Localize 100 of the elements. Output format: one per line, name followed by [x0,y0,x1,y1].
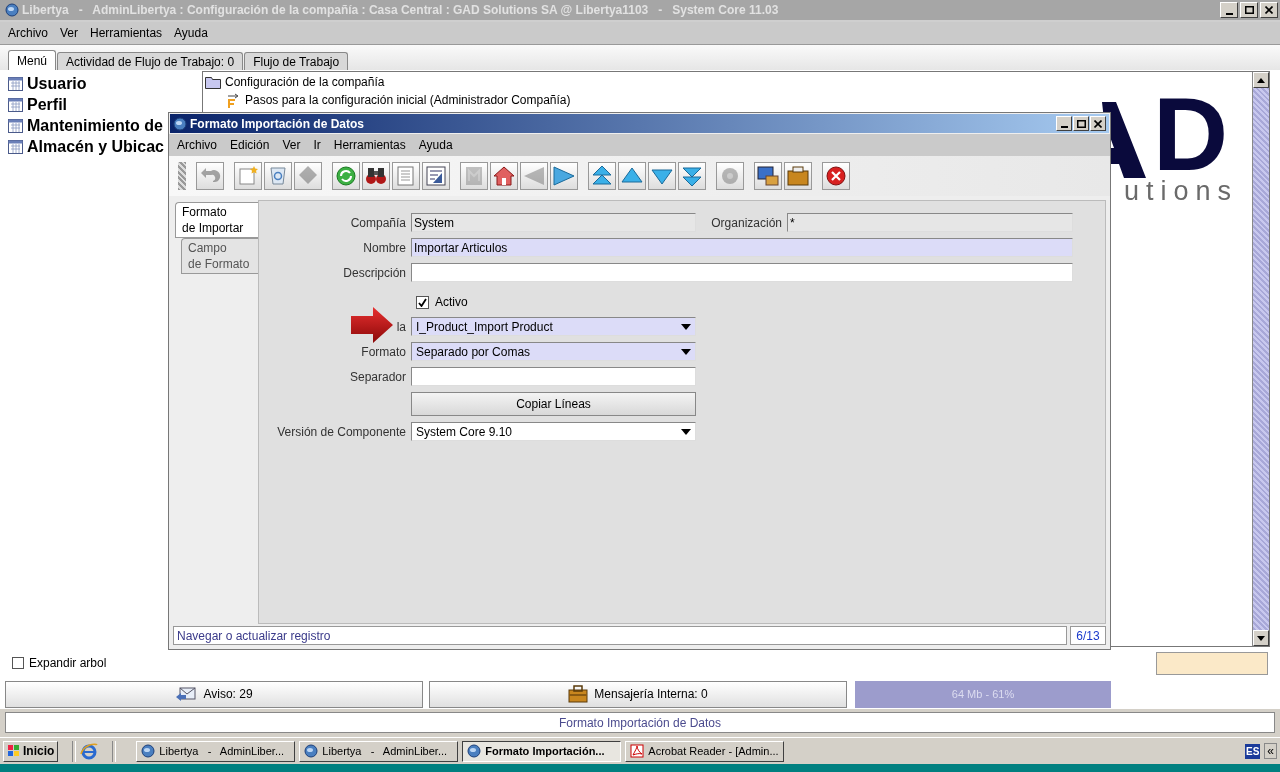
binoculars-button[interactable] [362,162,390,190]
menu-item[interactable]: Herramientas [90,26,163,40]
logo-mark: D [1152,90,1232,178]
dropdown[interactable]: Separado por Comas [411,342,696,361]
close-icon [1265,6,1273,14]
up-arrow-icon [1257,77,1265,83]
scroll-down-button[interactable] [1253,630,1269,646]
field-label: Versión de Componente [277,424,406,439]
menu-item[interactable]: Ver [282,138,301,152]
pointer-arrow [351,307,393,343]
taskbar-item[interactable]: Acrobat Reader - [Admin... [625,740,785,762]
calendar-icon [8,139,23,154]
mail-arrow-icon [175,685,198,703]
briefcase-button[interactable] [784,162,812,190]
globe-icon [304,744,319,758]
tree-item[interactable]: Configuración de la compañía [225,75,385,89]
taskbar-item[interactable]: Libertya - AdminLiber... [136,740,296,762]
scroll-up-button[interactable] [1253,72,1269,88]
memory-bar: 64 Mb - 61% [855,680,1111,708]
copy-lines-button[interactable]: Copiar Líneas [411,392,696,416]
windows-logo-icon [7,744,21,758]
globe-icon [467,744,482,758]
active-checkbox[interactable]: Activo [411,293,696,311]
calendar-icon [8,97,23,112]
input-field[interactable] [411,367,696,386]
check-icon [418,297,427,307]
toolbar-grip[interactable] [178,162,186,190]
input-field[interactable]: System [411,213,696,232]
window-title: Libertya - AdminLibertya : Configuración de la compañía : Casa Central : GAD Solutions SA @ Libertya1103 - System Core 11.03 [22,3,779,17]
browser-icon[interactable] [80,742,99,760]
monitor-button[interactable] [754,162,782,190]
dropdown[interactable]: System Core 9.10 [411,422,696,441]
menu-entry[interactable]: Usuario [27,74,87,93]
minimize-button[interactable] [1220,2,1238,18]
menu-item[interactable]: Ayuda [174,26,208,40]
right-arrow-icon [552,164,576,188]
status-text: Formato Importación de Datos [558,715,722,730]
language-indicator[interactable]: ES [1244,743,1261,759]
menu-item[interactable]: Ir [313,138,321,152]
globe-icon [173,116,187,131]
close-button[interactable] [822,162,850,190]
new-record-icon [236,164,260,188]
tree-item[interactable]: Pasos para la configuración inicial (Administrador Compañía) [245,93,571,107]
search-field[interactable] [1156,651,1268,675]
menu-item[interactable]: Ver [60,26,79,40]
menu-entry[interactable]: Almacén y Ubicac [27,137,164,156]
menu-item[interactable]: Archivo [177,138,217,152]
minimize-icon [1060,126,1068,128]
taskbar-item[interactable]: Libertya - AdminLiber... [299,740,459,762]
field-label: Separador [349,369,406,384]
calendar-icon [8,76,23,91]
minimize-button[interactable] [1056,116,1072,131]
tab[interactable]: Actividad de Flujo de Trabajo: 0 [57,52,244,70]
maximize-button[interactable] [1240,2,1258,18]
status-message: Navegar o actualizar registro [173,626,1067,645]
dropdown[interactable]: I_Product_Import Product [411,317,696,336]
messages-button[interactable]: Mensajería Interna: 0 [429,680,847,708]
grid-button[interactable] [422,162,450,190]
caret-icon [681,348,691,355]
expand-tree-checkbox[interactable]: Expandir arbol [12,656,107,670]
start-button[interactable]: Inicio [3,740,59,762]
house-button[interactable] [490,162,518,190]
down-arrow-button[interactable] [648,162,676,190]
left-arrow-icon [522,164,546,188]
folder-icon [205,75,221,89]
input-field[interactable] [411,263,1073,282]
globe-icon [5,3,19,17]
first-record-button[interactable] [588,162,616,190]
input-field[interactable]: Importar Articulos [411,238,1073,257]
monitor-icon [756,164,780,188]
refresh-button[interactable] [332,162,360,190]
menu-item[interactable]: Herramientas [333,138,406,152]
menu-item[interactable]: Archivo [8,26,48,40]
tab[interactable]: Flujo de Trabajo [244,52,349,70]
tab[interactable]: Campo de Formato [181,238,258,274]
collapse-button[interactable]: « [1264,743,1277,759]
notices-button[interactable]: Aviso: 29 [5,680,423,708]
right-arrow-button[interactable] [550,162,578,190]
workflow-icon [225,92,241,108]
menu-item[interactable]: Ayuda [418,138,453,152]
down-arrow-icon [1257,635,1265,641]
maximize-icon [1244,6,1254,14]
last-record-button[interactable] [678,162,706,190]
caret-icon [681,428,691,435]
delete-button[interactable] [264,162,292,190]
globe-icon [141,744,156,758]
tab[interactable]: Menú [8,50,57,70]
field-label: Nombre [363,240,406,255]
tab[interactable]: Formato de Importar [175,202,258,238]
calendar-icon [8,118,23,133]
pdf-icon [630,744,645,758]
input-field[interactable]: * [787,213,1073,232]
menu-entry[interactable]: Perfil [27,95,67,114]
new-record-button[interactable] [234,162,262,190]
up-arrow-button[interactable] [618,162,646,190]
menu-item[interactable]: Edición [230,138,270,152]
field-label: la [396,319,406,334]
taskbar-item[interactable]: Formato Importación... [462,740,622,762]
maximize-button[interactable] [1073,116,1089,131]
menu-entry[interactable]: Mantenimiento de [27,116,163,135]
